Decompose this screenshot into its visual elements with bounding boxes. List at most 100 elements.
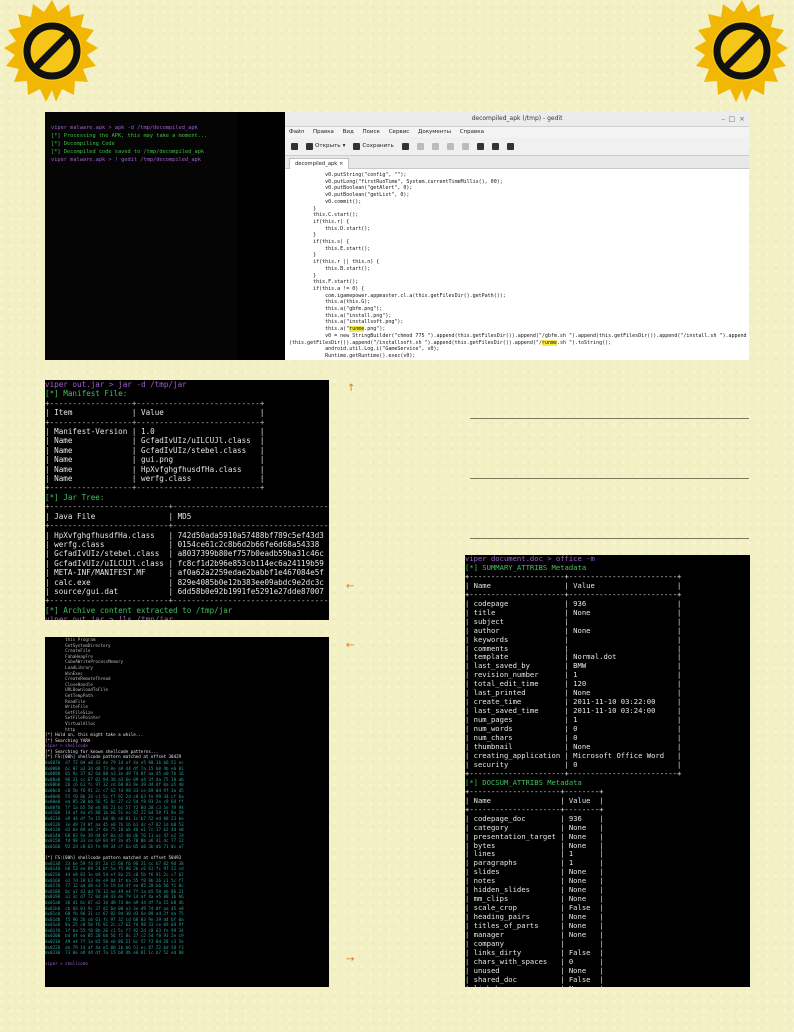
decompile-terminal[interactable]: viper malware.apk > apk -d /tmp/decompil…	[45, 112, 237, 360]
open-folder-icon	[306, 142, 313, 150]
table-line: | Item | Value |	[45, 408, 265, 418]
code-line: if(this.r || this.n) {	[289, 259, 380, 266]
menu-view[interactable]: Вид	[343, 129, 354, 135]
code-line: }	[289, 272, 317, 279]
gedit-menubar: Файл Правка Вид Поиск Сервис Документы С…	[285, 127, 749, 137]
table-row: | Name | GcfadIvUIz/stebel.class |	[45, 445, 265, 455]
code-editor[interactable]: v0.putString("config", ""); v0.putLong("…	[285, 168, 749, 360]
table-row: | GcfadIvUIz/uILCUJl.class | fc8cf1d2b96…	[45, 558, 329, 568]
undo-button[interactable]	[416, 142, 424, 150]
table-row: | Name | werfg.class |	[45, 474, 265, 484]
prohibited-sign-icon	[4, 0, 98, 102]
code-line: v0.commit();	[289, 198, 362, 205]
gedit-titlebar: decompiled_apk (/tmp) - gedit – □ ×	[285, 112, 749, 127]
table-row: | Name | HpXvfghgfhusdfHa.class |	[45, 464, 265, 474]
code-line: if(this.r) {	[289, 218, 350, 225]
paste-icon	[476, 142, 484, 150]
table-line: +--------------------------+------------…	[45, 521, 329, 531]
undo-icon	[416, 142, 424, 150]
copy-button[interactable]	[461, 142, 469, 150]
code-line: this.E.start();	[289, 245, 371, 252]
code-line: this.C.start();	[289, 212, 359, 219]
code-line: this.D.start();	[289, 225, 371, 232]
table-row: | HpXvfghgfhusdfHa.class | 742d50ada5910…	[45, 530, 329, 540]
code-line: Runtime.getRuntime().exec(v0);	[289, 352, 416, 359]
status-line: [*] Archive content extracted to /tmp/ja…	[45, 605, 233, 615]
menu-help[interactable]: Справка	[460, 129, 484, 135]
code-line: v0.putBoolean("getList", 0);	[289, 192, 410, 199]
paste-button[interactable]	[476, 142, 484, 150]
code-line: (this.getFilesDir()).append("/installsof…	[289, 339, 612, 346]
search-highlight: runme	[349, 326, 365, 333]
code-line: android.util.Log.i("GameService", v0);	[289, 346, 440, 353]
terminal-line: viper malware.apk > ! gedit /tmp/decompi…	[51, 157, 201, 163]
table-row: | calc.exe | 829e4085b0e12b383ee09abdc9e…	[45, 577, 329, 587]
command-line: viper out.jar > !ls /tmp/jar	[45, 615, 174, 620]
print-button[interactable]	[401, 142, 409, 150]
table-line: +------------------+--------------------…	[45, 398, 265, 408]
code-line: }	[289, 205, 317, 212]
table-row: | Name | gui.png |	[45, 455, 265, 465]
gedit-window: decompiled_apk (/tmp) - gedit – □ × Файл…	[285, 112, 749, 360]
office-terminal[interactable]: viper document.doc > office -m [*] SUMMAR…	[465, 555, 750, 987]
save-button[interactable]: Сохранить	[353, 142, 394, 150]
terminal-line: viper malware.apk > apk -d /tmp/decompil…	[51, 125, 198, 131]
table-row: | source/gui.dat | 6dd58b0e92b1991fe5291…	[45, 586, 329, 596]
terminal-line: viper > shellcode	[45, 961, 88, 967]
arrow-up-icon: ↑	[347, 383, 356, 394]
code-line: this.F.start();	[289, 279, 359, 286]
terminal-line: [*] Processing the APK, this may take a …	[51, 133, 208, 139]
find-replace-icon	[506, 142, 514, 150]
new-button[interactable]	[291, 142, 298, 150]
new-document-icon	[291, 142, 298, 150]
save-icon	[353, 142, 361, 150]
code-line: this.a("install.png");	[289, 312, 392, 319]
arrow-left-icon: ←	[346, 581, 355, 592]
tab-label: decompiled_apk	[295, 161, 338, 167]
code-line: v0.putString("config", "");	[289, 172, 407, 178]
table-line: +--------------------------+------------…	[45, 502, 329, 512]
find-button[interactable]	[491, 142, 499, 150]
table-line: +--------------------------+------------…	[45, 596, 329, 606]
menu-edit[interactable]: Правка	[313, 129, 334, 135]
open-button[interactable]: Открыть ▾	[306, 142, 345, 150]
terminal-line: [*] Decompiled code saved to /tmp/decomp…	[51, 149, 205, 155]
jar-terminal[interactable]: viper out.jar > jar -d /tmp/jar [*] Manif…	[45, 380, 329, 620]
table-row: | GcfadIvUIz/stebel.class | a8037399b80e…	[45, 549, 329, 559]
cut-icon	[446, 142, 454, 150]
window-title: decompiled_apk (/tmp) - gedit	[471, 115, 563, 122]
table-row: | META-INF/MANIFEST.MF | af0a62a2259edae…	[45, 568, 329, 578]
open-label: Открыть	[315, 143, 341, 149]
code-line: com.igamepower.appmaster.cl.a(this.getFi…	[289, 292, 506, 299]
code-line: this.B.start();	[289, 265, 371, 272]
menu-tools[interactable]: Сервис	[389, 129, 410, 135]
prohibited-sign-icon	[694, 0, 788, 102]
menu-search[interactable]: Поиск	[363, 129, 380, 135]
code-line: this.a("installsoft.png");	[289, 319, 404, 326]
code-line: }	[289, 232, 317, 239]
shellcode-terminal[interactable]: this Program GetSystemDirectory CreateFi…	[45, 637, 329, 987]
menu-documents[interactable]: Документы	[418, 129, 451, 135]
code-line: }	[289, 252, 317, 259]
text-rule	[470, 418, 749, 419]
minimize-icon[interactable]: –	[722, 115, 726, 123]
code-line: if(this.s) {	[289, 239, 350, 246]
tab-close-icon[interactable]: ×	[339, 161, 343, 167]
menu-file[interactable]: Файл	[289, 129, 304, 135]
maximize-icon[interactable]: □	[728, 115, 735, 123]
search-highlight: runme	[541, 339, 557, 346]
arrow-left-icon: ←	[346, 640, 355, 651]
gedit-toolbar: Открыть ▾ Сохранить	[285, 137, 749, 156]
cut-button[interactable]	[446, 142, 454, 150]
search-icon	[491, 142, 499, 150]
code-line: if(this.a != 0) {	[289, 285, 365, 292]
code-line: this.a("runme.png");	[289, 326, 386, 333]
close-icon[interactable]: ×	[739, 115, 745, 123]
redo-button[interactable]	[431, 142, 439, 150]
redo-icon	[431, 142, 439, 150]
text-rule	[470, 538, 749, 539]
decompile-screenshot: viper malware.apk > apk -d /tmp/decompil…	[45, 112, 749, 360]
table-row: | Manifest-Version | 1.0 |	[45, 427, 265, 437]
replace-button[interactable]	[506, 142, 514, 150]
code-line: v0.putLong("firstRunTime", System.curren…	[289, 178, 503, 185]
